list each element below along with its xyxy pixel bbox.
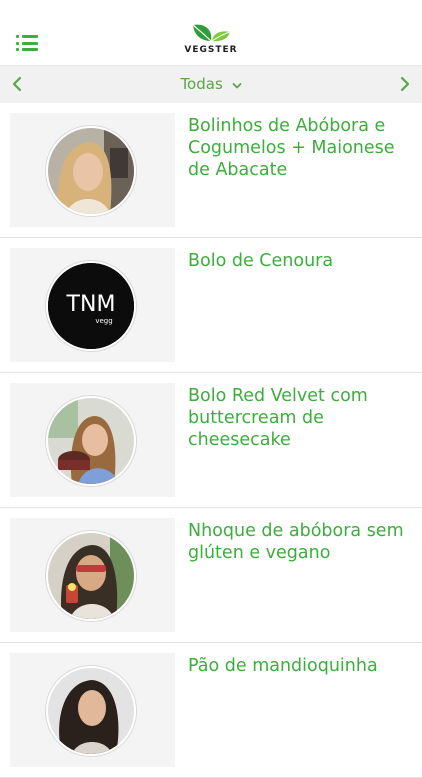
- app-logo: VEGSTER: [178, 22, 244, 58]
- author-avatar: [46, 126, 136, 216]
- avatar-brand-subtext: vegg: [95, 317, 112, 325]
- recipe-thumbnail: [10, 383, 175, 497]
- recipe-title: Pão de mandioquinha: [188, 656, 378, 676]
- recipe-item[interactable]: Pão de mandioquinha: [0, 643, 422, 778]
- list-menu-icon[interactable]: [16, 35, 38, 51]
- leaf-logo-icon: [192, 24, 231, 42]
- chevron-right-icon[interactable]: [395, 75, 413, 93]
- recipe-item[interactable]: Bolinhos de Abóbora e Cogumelos + Maione…: [0, 103, 422, 238]
- recipe-thumbnail: [10, 113, 175, 227]
- recipe-title: Nhoque de abóbora sem glúten e vegano: [188, 521, 404, 563]
- brand-name: VEGSTER: [184, 45, 238, 55]
- recipe-item[interactable]: Bolo Red Velvet com buttercream de chees…: [0, 373, 422, 508]
- category-selected-label: Todas: [180, 75, 223, 93]
- recipe-thumbnail: TNM vegg: [10, 248, 175, 362]
- top-bar: VEGSTER: [0, 0, 422, 66]
- chevron-down-icon: [232, 76, 242, 94]
- recipe-item[interactable]: TNM vegg Bolo de Cenoura: [0, 238, 422, 373]
- author-avatar: [46, 396, 136, 486]
- recipe-item[interactable]: Nhoque de abóbora sem glúten e vegano: [0, 508, 422, 643]
- recipe-title: Bolinhos de Abóbora e Cogumelos + Maione…: [188, 116, 395, 180]
- recipe-title: Bolo de Cenoura: [188, 251, 334, 271]
- recipe-list: Bolinhos de Abóbora e Cogumelos + Maione…: [0, 103, 422, 778]
- recipe-thumbnail: [10, 518, 175, 632]
- author-avatar: [46, 666, 136, 756]
- avatar-brand-text: TNM: [66, 292, 116, 317]
- author-avatar: TNM vegg: [46, 261, 136, 351]
- author-avatar: [46, 531, 136, 621]
- category-dropdown[interactable]: Todas: [0, 75, 422, 94]
- filter-bar: Todas: [0, 66, 422, 103]
- recipe-title: Bolo Red Velvet com buttercream de chees…: [188, 386, 368, 450]
